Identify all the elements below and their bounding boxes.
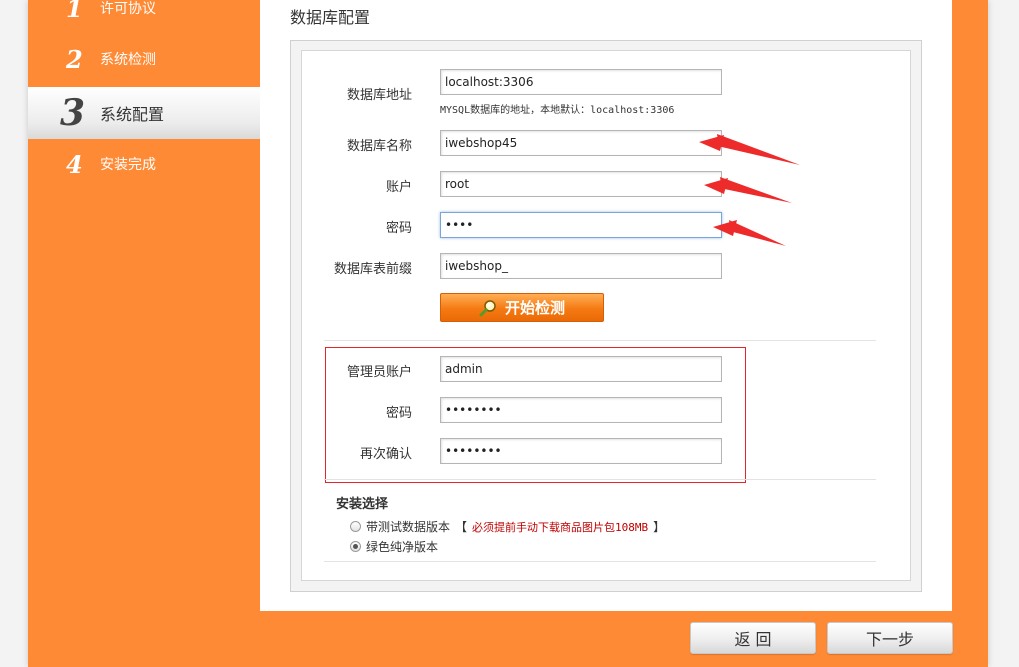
db-prefix-label: 数据库表前缀 bbox=[333, 262, 412, 277]
section-divider bbox=[324, 340, 876, 341]
page-title: 数据库配置 bbox=[290, 8, 371, 27]
main-panel: 数据库配置 数据库地址 MYSQL数据库的地址，本地默认：localhost:3… bbox=[260, 0, 952, 611]
step-label: 系统配置 bbox=[100, 105, 165, 124]
option-clean-label: 绿色纯净版本 bbox=[366, 540, 439, 554]
start-check-button[interactable]: 开始检测 bbox=[440, 293, 604, 322]
install-choice-heading: 安装选择 bbox=[336, 497, 389, 512]
db-password-label: 密码 bbox=[385, 221, 412, 236]
step-label: 系统检测 bbox=[100, 52, 156, 68]
section-divider bbox=[324, 479, 876, 480]
db-host-label: 数据库地址 bbox=[346, 88, 412, 103]
config-outer-box: 数据库地址 MYSQL数据库的地址，本地默认：localhost:3306 数据… bbox=[290, 40, 922, 592]
db-name-input[interactable] bbox=[440, 130, 722, 156]
start-check-label: 开始检测 bbox=[504, 299, 565, 317]
radio-test-data[interactable] bbox=[350, 521, 361, 532]
radio-clean[interactable] bbox=[350, 541, 361, 552]
admin-confirm-input[interactable] bbox=[440, 438, 722, 464]
sidebar-step-4: 4 安装完成 bbox=[28, 138, 260, 190]
db-user-label: 账户 bbox=[385, 180, 412, 195]
back-button[interactable]: 返 回 bbox=[690, 622, 816, 654]
sidebar-step-1: 1 许可协议 bbox=[28, 0, 260, 34]
sidebar-step-3-active: 3 系统配置 bbox=[28, 87, 260, 139]
db-host-hint: MYSQL数据库的地址，本地默认：localhost:3306 bbox=[440, 105, 675, 116]
option-test-data-label: 带测试数据版本 bbox=[366, 520, 451, 534]
admin-password-input[interactable] bbox=[440, 397, 722, 423]
db-password-input[interactable] bbox=[440, 212, 722, 238]
admin-account-label: 管理员账户 bbox=[346, 365, 412, 380]
section-divider bbox=[324, 561, 876, 562]
db-prefix-input[interactable] bbox=[440, 253, 722, 279]
admin-account-input[interactable] bbox=[440, 356, 722, 382]
db-user-input[interactable] bbox=[440, 171, 722, 197]
step-label: 许可协议 bbox=[100, 1, 156, 17]
step-label: 安装完成 bbox=[100, 157, 156, 173]
install-option-with-test-data[interactable]: 带测试数据版本【必须提前手动下载商品图片包108MB 】 bbox=[350, 518, 665, 535]
bracket-close: 】 bbox=[653, 520, 666, 534]
next-button[interactable]: 下一步 bbox=[827, 622, 953, 654]
magnifier-icon bbox=[479, 299, 496, 316]
db-name-label: 数据库名称 bbox=[346, 139, 412, 154]
db-host-input[interactable] bbox=[440, 69, 722, 95]
sidebar-step-2: 2 系统检测 bbox=[28, 33, 260, 85]
download-warning: 必须提前手动下载商品图片包108MB bbox=[472, 520, 649, 534]
config-form: 数据库地址 MYSQL数据库的地址，本地默认：localhost:3306 数据… bbox=[301, 50, 911, 581]
admin-password-label: 密码 bbox=[385, 406, 412, 421]
install-option-clean[interactable]: 绿色纯净版本 bbox=[350, 538, 438, 555]
admin-confirm-label: 再次确认 bbox=[359, 447, 412, 462]
bracket-open: 【 bbox=[455, 520, 468, 534]
